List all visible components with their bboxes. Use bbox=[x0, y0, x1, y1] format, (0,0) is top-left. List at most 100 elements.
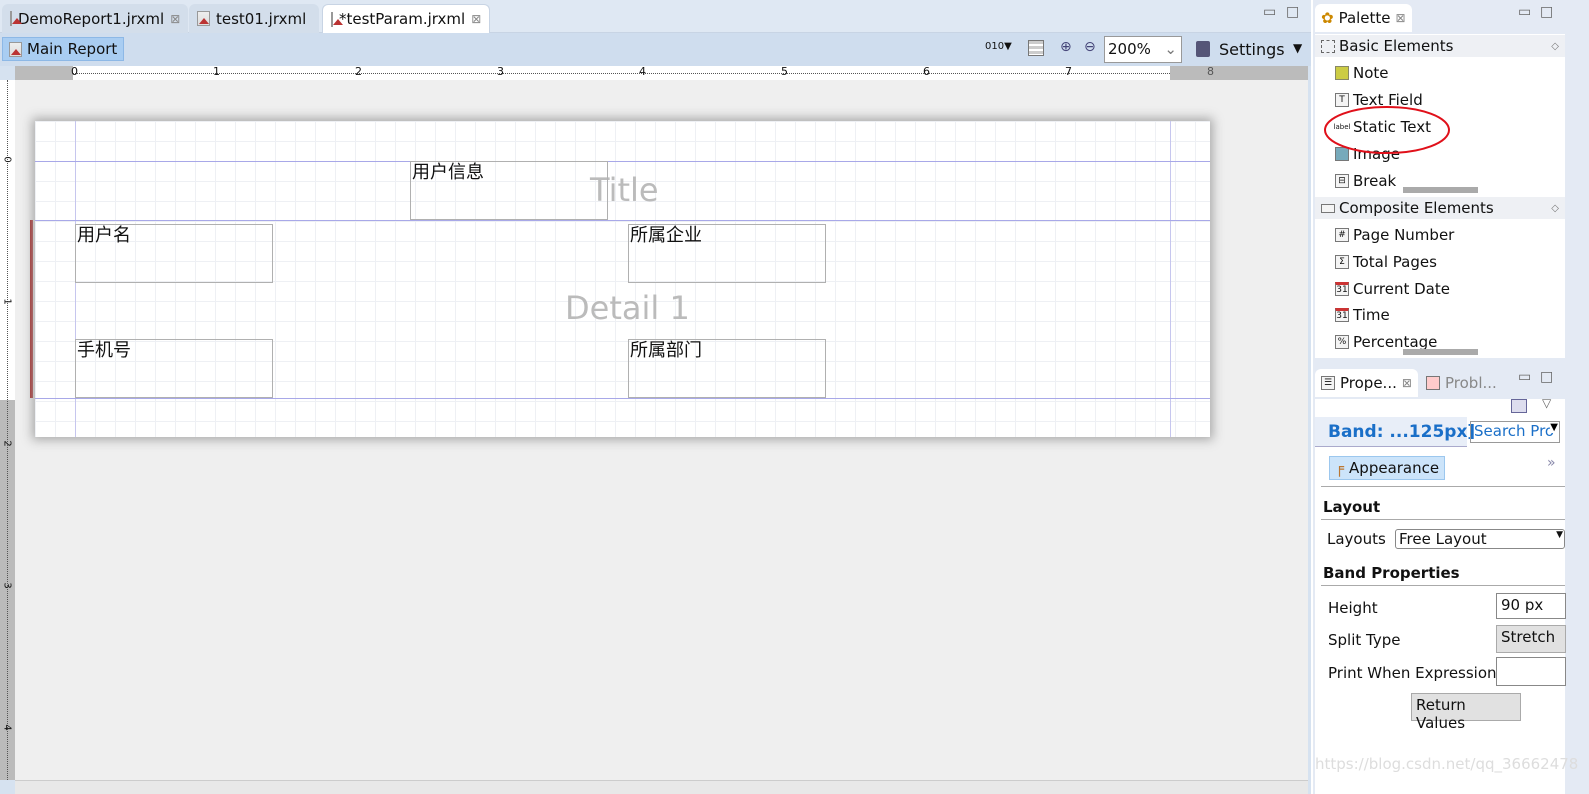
item-label: Note bbox=[1353, 64, 1389, 82]
tab-label: DemoReport1.jrxml bbox=[18, 9, 165, 28]
settings-dropdown-icon[interactable]: ▼ bbox=[1293, 41, 1302, 55]
appearance-tab[interactable]: ╒ Appearance bbox=[1329, 456, 1446, 480]
composite-elements-section[interactable]: Composite Elements ◇ bbox=[1315, 197, 1565, 219]
dropdown-icon: ▼ bbox=[1550, 422, 1558, 433]
settings-button[interactable]: Settings bbox=[1219, 40, 1285, 59]
ruler-tick: 1 bbox=[213, 65, 220, 78]
palette-icon: ✿ bbox=[1321, 9, 1334, 27]
tab-testparam[interactable]: *testParam.jrxml ⊠ bbox=[322, 4, 490, 33]
static-text-username[interactable]: 用户名 bbox=[75, 224, 273, 283]
palette-item-break[interactable]: ⊟ Break bbox=[1335, 172, 1396, 190]
ruler-tick: 5 bbox=[781, 65, 788, 78]
report-file-icon bbox=[331, 11, 343, 27]
section-label: Basic Elements bbox=[1339, 37, 1454, 55]
main-report-label: Main Report bbox=[27, 40, 118, 58]
palette-item-time[interactable]: 31 Time bbox=[1335, 306, 1390, 324]
minimize-icon[interactable]: ▭ bbox=[1263, 4, 1276, 20]
search-properties-input[interactable]: Search Pro ▼ bbox=[1470, 421, 1560, 443]
ruler-tick: 0 bbox=[71, 65, 78, 78]
tab-properties[interactable]: ☰ Prope... ⊠ bbox=[1315, 369, 1418, 397]
item-label: Page Number bbox=[1353, 226, 1455, 244]
tab-test01[interactable]: test01.jrxml bbox=[189, 4, 319, 33]
pin-icon[interactable] bbox=[1511, 399, 1527, 413]
tab-palette[interactable]: ✿ Palette ⊠ bbox=[1315, 4, 1412, 32]
print-when-input[interactable] bbox=[1496, 657, 1566, 686]
static-text-company[interactable]: 所属企业 bbox=[628, 224, 826, 283]
chevron-down-icon: ⌄ bbox=[1164, 40, 1177, 58]
layout-section-title: Layout bbox=[1323, 498, 1381, 516]
static-text-phone[interactable]: 手机号 bbox=[75, 339, 273, 398]
ruler-tick: 4 bbox=[639, 65, 646, 78]
more-icon[interactable]: » bbox=[1547, 455, 1556, 471]
report-page[interactable]: Title Detail 1 用户信息 用户名 所属企业 手机号 所属部门 bbox=[35, 121, 1210, 437]
close-icon[interactable]: ⊠ bbox=[471, 12, 481, 26]
dashed-box-icon bbox=[1321, 39, 1335, 53]
close-icon[interactable]: ⊠ bbox=[1402, 376, 1412, 390]
layouts-value: Free Layout bbox=[1399, 530, 1487, 548]
split-type-label: Split Type bbox=[1328, 631, 1401, 649]
return-values-button[interactable]: Return Values bbox=[1411, 693, 1521, 732]
appearance-label: Appearance bbox=[1349, 459, 1440, 477]
calendar-icon: 31 bbox=[1335, 282, 1349, 296]
horizontal-scrollbar[interactable] bbox=[15, 780, 1308, 794]
zoom-value: 200% bbox=[1108, 40, 1151, 58]
static-text-title[interactable]: 用户信息 bbox=[410, 161, 608, 220]
minimize-icon[interactable]: ▭ bbox=[1518, 369, 1531, 385]
item-label: Break bbox=[1353, 172, 1397, 190]
minimize-icon[interactable]: ▭ bbox=[1518, 4, 1531, 20]
band-title: Band: ...125px] bbox=[1328, 422, 1476, 442]
tab-problems[interactable]: Probl... bbox=[1420, 369, 1503, 397]
zoom-out-icon[interactable]: ⊖ bbox=[1084, 39, 1096, 55]
palette-item-total-pages[interactable]: Σ Total Pages bbox=[1335, 253, 1437, 271]
static-text-department[interactable]: 所属部门 bbox=[628, 339, 826, 398]
section-label: Composite Elements bbox=[1339, 199, 1494, 217]
basic-elements-section[interactable]: Basic Elements ◇ bbox=[1315, 35, 1565, 57]
maximize-icon[interactable]: □ bbox=[1286, 4, 1299, 20]
split-type-select[interactable]: Stretch bbox=[1496, 625, 1566, 653]
layouts-label: Layouts bbox=[1327, 530, 1386, 548]
item-label: Total Pages bbox=[1353, 253, 1437, 271]
maximize-icon[interactable]: □ bbox=[1540, 4, 1553, 20]
red-annotation-circle bbox=[1324, 106, 1450, 154]
problems-icon bbox=[1426, 376, 1440, 390]
vertical-ruler: 0 1 2 3 4 bbox=[0, 80, 15, 780]
close-icon[interactable]: ⊠ bbox=[1396, 11, 1406, 25]
ruler-tick: 8 bbox=[1207, 65, 1214, 78]
tab-label: Probl... bbox=[1445, 374, 1497, 392]
ruler-tick: 2 bbox=[355, 65, 362, 78]
collapse-icon[interactable]: ◇ bbox=[1551, 41, 1559, 52]
scroll-indicator[interactable] bbox=[1403, 187, 1478, 193]
percent-icon: % bbox=[1335, 335, 1349, 349]
editor-tab-bar: DemoReport1.jrxml ⊠ test01.jrxml *testPar… bbox=[0, 0, 1311, 33]
view-menu-icon[interactable]: ▽ bbox=[1542, 396, 1551, 410]
list-icon[interactable] bbox=[1028, 40, 1044, 56]
right-panels: ✿ Palette ⊠ ▭ □ Basic Elements ◇ Note T Text… bbox=[1313, 0, 1589, 794]
palette-item-current-date[interactable]: 31 Current Date bbox=[1335, 280, 1450, 298]
maximize-icon[interactable]: □ bbox=[1540, 369, 1553, 385]
properties-panel: ☰ Prope... ⊠ Probl... ▭ □ ▽ Band: ...125px… bbox=[1315, 365, 1578, 794]
watermark-text: https://blog.csdn.net/qq_36662478 bbox=[1315, 755, 1579, 773]
calendar-icon: 31 bbox=[1335, 308, 1349, 322]
zoom-in-icon[interactable]: ⊕ bbox=[1060, 39, 1072, 55]
scroll-indicator[interactable] bbox=[1403, 349, 1478, 355]
ruler-tick: 3 bbox=[1, 582, 13, 589]
layouts-select[interactable]: Free Layout ▼ bbox=[1395, 529, 1565, 549]
ruler-tick: 7 bbox=[1065, 65, 1072, 78]
properties-icon: ☰ bbox=[1321, 376, 1335, 390]
height-label: Height bbox=[1328, 599, 1378, 617]
tab-demoreport1[interactable]: DemoReport1.jrxml ⊠ bbox=[2, 4, 188, 33]
zoom-select[interactable]: 200% ⌄ bbox=[1104, 36, 1182, 63]
editor-toolbar: Main Report 010▼ ⊕ ⊖ 200% ⌄ Settings ▼ bbox=[0, 33, 1311, 66]
ruler-tick: 4 bbox=[1, 724, 13, 731]
palette-item-note[interactable]: Note bbox=[1335, 64, 1389, 82]
height-input[interactable]: 90 px bbox=[1496, 593, 1566, 619]
tab-label: Prope... bbox=[1340, 374, 1397, 392]
page-number-icon: # bbox=[1335, 228, 1349, 242]
close-icon[interactable]: ⊠ bbox=[170, 12, 180, 26]
main-report-button[interactable]: Main Report bbox=[2, 37, 125, 61]
collapse-icon[interactable]: ◇ bbox=[1551, 203, 1559, 214]
palette-item-page-number[interactable]: # Page Number bbox=[1335, 226, 1454, 244]
band-properties-title: Band Properties bbox=[1323, 564, 1460, 582]
report-file-icon bbox=[197, 11, 210, 26]
binary-icon[interactable]: 010▼ bbox=[985, 41, 1012, 52]
